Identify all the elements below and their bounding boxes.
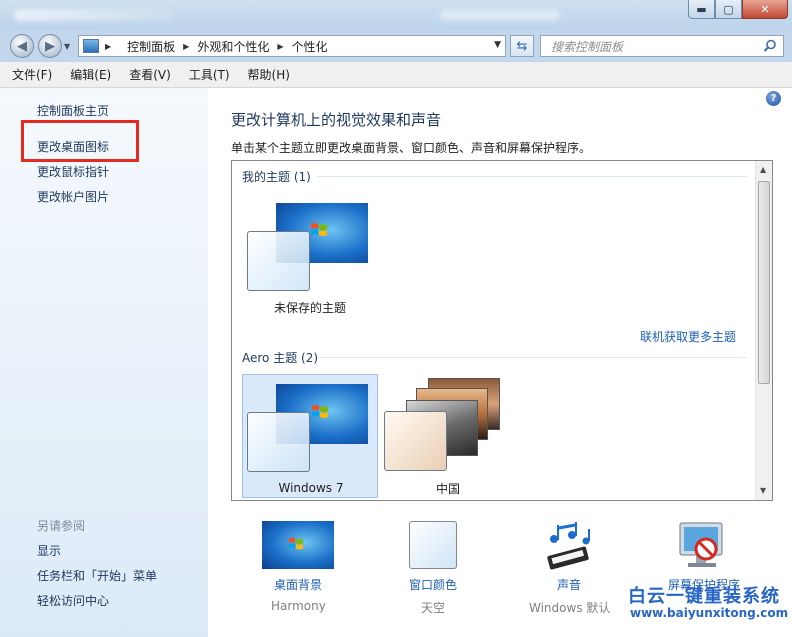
breadcrumb-label: 外观和个性化 [197, 39, 270, 54]
theme-unsaved[interactable]: 未保存的主题 [242, 195, 378, 319]
theme-windows-7[interactable]: Windows 7 [242, 374, 378, 498]
breadcrumb-personalization[interactable]: 个性化 [292, 38, 328, 55]
desktop-background-label[interactable]: 桌面背景 [274, 576, 322, 593]
window-color-label[interactable]: 窗口颜色 [409, 576, 457, 593]
theme-list: 我的主题 (1) 未保存的主题 联机获取更多主题 Aero 主题 (2) Win… [231, 160, 773, 501]
address-bar[interactable]: ▶ 控制面板 ▶ 外观和个性化 ▶ 个性化 ▼ [78, 35, 506, 57]
theme-label: 中国 [435, 482, 460, 496]
aero-themes-heading: Aero 主题 (2) [242, 351, 319, 365]
theme-china[interactable]: 中国 [380, 374, 516, 498]
theme-window-color-preview [247, 231, 310, 291]
theme-window-color-preview [247, 412, 310, 472]
minimize-button[interactable]: ▬ [688, 0, 715, 19]
chevron-right-icon: ▶ [183, 41, 190, 51]
group-divider [317, 176, 747, 177]
see-also-ease-of-access[interactable]: 轻松访问中心 [37, 592, 109, 609]
search-placeholder: 搜索控制面板 [551, 39, 624, 54]
scrollbar-thumb[interactable] [758, 181, 770, 384]
menu-bar: 文件(F) 编辑(E) 查看(V) 工具(T) 帮助(H) [0, 62, 792, 88]
breadcrumb-root-arrow[interactable]: ▶ [105, 42, 119, 51]
navigation-bar: ◀ ▶ ▼ ▶ 控制面板 ▶ 外观和个性化 ▶ 个性化 ▼ ⇆ 搜索控制面板 [0, 30, 792, 62]
sidebar-link-change-account-picture[interactable]: 更改帐户图片 [37, 188, 109, 205]
forward-button[interactable]: ▶ [38, 34, 62, 58]
sound-value: Windows 默认 [529, 601, 611, 615]
desktop-background-value: Harmony [271, 599, 326, 613]
search-icon[interactable] [763, 39, 777, 53]
windows-logo-icon [288, 537, 304, 550]
menu-help[interactable]: 帮助(H) [246, 66, 292, 83]
sidebar-link-change-mouse-pointers[interactable]: 更改鼠标指针 [37, 163, 109, 180]
watermark-title: 白云一键重装系统 [628, 586, 780, 607]
close-button[interactable]: ✕ [742, 0, 788, 19]
screensaver-icon [679, 522, 723, 567]
breadcrumb-label: 控制面板 [127, 39, 176, 54]
theme-label: 未保存的主题 [273, 301, 346, 315]
refresh-button[interactable]: ⇆ [510, 35, 534, 57]
sidebar-link-control-panel-home[interactable]: 控制面板主页 [37, 102, 109, 119]
breadcrumb-appearance[interactable]: 外观和个性化 ▶ [197, 38, 283, 55]
back-button[interactable]: ◀ [10, 34, 34, 58]
back-arrow-icon: ◀ [17, 38, 27, 54]
control-panel-icon [83, 39, 99, 53]
group-divider [318, 357, 747, 358]
breadcrumb-control-panel[interactable]: 控制面板 ▶ [127, 38, 189, 55]
chevron-right-icon: ▶ [105, 41, 112, 51]
menu-tools[interactable]: 工具(T) [187, 66, 232, 83]
title-blur [14, 9, 174, 21]
menu-edit[interactable]: 编辑(E) [68, 66, 113, 83]
see-also-heading: 另请参阅 [37, 519, 86, 533]
chevron-right-icon: ▶ [277, 41, 284, 51]
window-color-value: 天空 [421, 601, 446, 615]
page-title: 更改计算机上的视觉效果和声音 [231, 111, 442, 129]
my-themes-heading: 我的主题 (1) [242, 170, 311, 184]
see-also-display[interactable]: 显示 [37, 542, 61, 559]
maximize-button[interactable]: ▢ [715, 0, 742, 19]
windows-logo-icon [311, 223, 327, 236]
theme-label: Windows 7 [278, 481, 344, 495]
sound-icon [547, 522, 590, 570]
see-also-taskbar[interactable]: 任务栏和「开始」菜单 [37, 567, 157, 584]
refresh-icon: ⇆ [516, 38, 528, 54]
window-color-icon [409, 521, 457, 569]
get-more-themes-online-link[interactable]: 联机获取更多主题 [640, 328, 736, 345]
sound-label[interactable]: 声音 [557, 576, 581, 593]
search-input[interactable]: 搜索控制面板 [540, 35, 784, 57]
menu-file[interactable]: 文件(F) [10, 66, 54, 83]
theme-list-scrollbar[interactable]: ▲ ▼ [755, 161, 772, 500]
windows-logo-icon [312, 405, 328, 418]
recent-pages-dropdown-icon[interactable]: ▼ [64, 42, 74, 52]
watermark-url: www.baiyunxitong.com [630, 606, 789, 620]
title-bar: ▬ ▢ ✕ [0, 0, 792, 30]
page-subtitle: 单击某个主题立即更改桌面背景、窗口颜色、声音和屏幕保护程序。 [231, 141, 592, 155]
forward-arrow-icon: ▶ [45, 38, 55, 54]
menu-view[interactable]: 查看(V) [127, 66, 173, 83]
window-controls: ▬ ▢ ✕ [688, 0, 788, 19]
breadcrumb-label: 个性化 [291, 39, 328, 54]
highlight-annotation [21, 120, 139, 162]
theme-window-color-preview [384, 411, 447, 471]
help-icon[interactable]: ? [766, 91, 781, 106]
address-dropdown-icon[interactable]: ▼ [494, 40, 501, 50]
scroll-up-icon[interactable]: ▲ [760, 165, 766, 174]
scroll-down-icon[interactable]: ▼ [760, 486, 766, 495]
title-blur-right [440, 9, 560, 21]
